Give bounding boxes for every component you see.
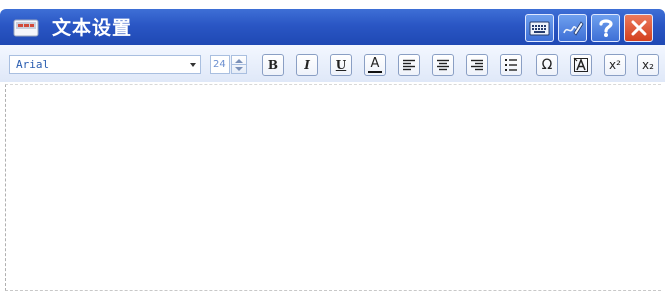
format-toolbar: Arial 24 B I U A Ω x² x₂ xyxy=(0,45,665,82)
bold-icon: B xyxy=(267,58,279,72)
subscript-button[interactable]: x₂ xyxy=(637,54,659,76)
font-size-value: 24 xyxy=(213,59,226,70)
align-left-button[interactable] xyxy=(398,54,420,76)
bold-button[interactable]: B xyxy=(262,54,284,76)
close-button[interactable] xyxy=(624,14,653,42)
handwriting-button[interactable] xyxy=(558,14,587,42)
align-right-button[interactable] xyxy=(466,54,488,76)
help-button[interactable] xyxy=(591,14,620,42)
superscript-button[interactable]: x² xyxy=(604,54,626,76)
keyboard-button[interactable] xyxy=(525,14,554,42)
spinner-divider xyxy=(232,64,246,65)
window-title: 文本设置 xyxy=(52,17,133,39)
title-bar: 文本设置 xyxy=(0,9,665,45)
superscript-icon: x² xyxy=(609,58,621,72)
underline-button[interactable]: U xyxy=(330,54,352,76)
text-editor-area[interactable] xyxy=(5,84,661,291)
font-family-select[interactable]: Arial xyxy=(9,55,201,74)
italic-icon: I xyxy=(304,58,310,72)
font-family-value: Arial xyxy=(16,58,50,71)
keyboard-icon xyxy=(529,21,550,35)
font-color-icon: A xyxy=(370,55,380,71)
align-center-button[interactable] xyxy=(432,54,454,76)
underline-icon: U xyxy=(335,58,347,72)
chevron-down-icon xyxy=(190,63,196,67)
editor-border-gap xyxy=(6,182,10,200)
spin-down-icon[interactable] xyxy=(235,67,243,71)
clear-format-icon xyxy=(573,57,588,72)
handwriting-pen-icon xyxy=(562,21,584,36)
font-size-spinner[interactable] xyxy=(231,55,247,74)
subscript-icon: x₂ xyxy=(642,58,654,72)
question-mark-icon xyxy=(598,19,613,37)
spin-up-icon[interactable] xyxy=(235,59,243,63)
clear-format-button[interactable] xyxy=(570,54,592,76)
font-size-input[interactable]: 24 xyxy=(210,55,230,74)
align-left-icon xyxy=(403,59,415,71)
omega-icon: Ω xyxy=(541,57,553,73)
numbered-list-button[interactable] xyxy=(500,54,522,76)
font-color-bar xyxy=(368,70,382,73)
italic-button[interactable]: I xyxy=(296,54,318,76)
numbered-list-icon xyxy=(505,59,517,71)
align-right-icon xyxy=(471,59,483,71)
app-icon xyxy=(13,18,39,38)
align-center-icon xyxy=(437,59,449,71)
text-settings-window: 文本设置 Arial 24 B I U A Ω x² x₂ xyxy=(0,0,665,291)
special-character-button[interactable]: Ω xyxy=(536,54,558,76)
font-color-button[interactable]: A xyxy=(364,54,386,76)
close-icon xyxy=(631,20,646,36)
